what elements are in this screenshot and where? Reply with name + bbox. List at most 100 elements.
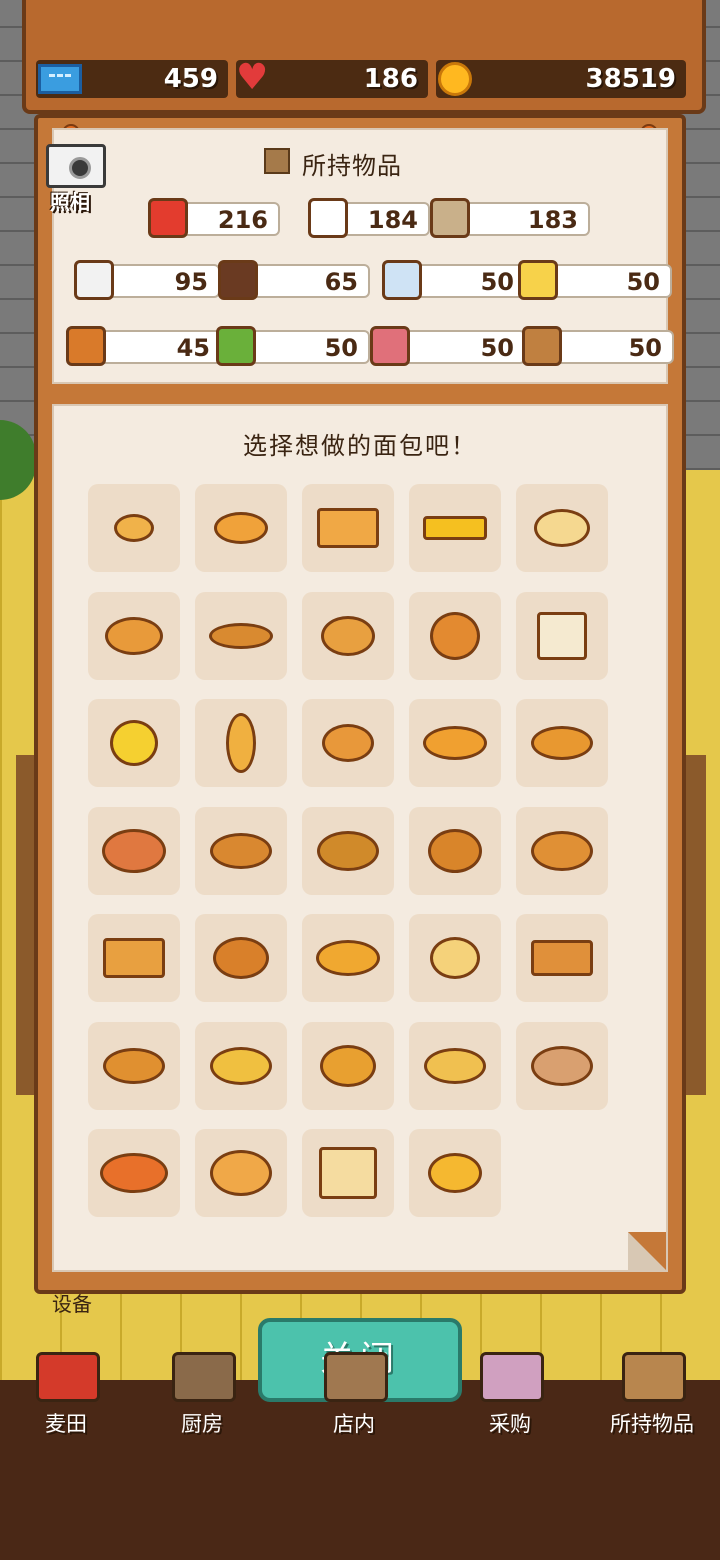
inventory-item-count: 50 xyxy=(628,334,662,362)
bread-slot[interactable] xyxy=(302,806,394,895)
page-fold xyxy=(628,1232,666,1270)
boule-icon xyxy=(531,726,593,760)
bread-slot[interactable] xyxy=(302,1021,394,1110)
bread-slot[interactable] xyxy=(195,699,287,787)
bread-slot[interactable] xyxy=(409,484,501,572)
bread-slot[interactable] xyxy=(516,914,608,1002)
nav-tab[interactable]: 麦田 xyxy=(6,1408,126,1438)
nav-tab[interactable]: 采购 xyxy=(450,1408,570,1438)
bread-slot[interactable] xyxy=(302,914,394,1002)
flour-bag-icon xyxy=(148,198,188,238)
camera-button[interactable]: 照相 xyxy=(42,140,110,216)
bread-slot[interactable] xyxy=(516,699,608,787)
inventory-item-count: 50 xyxy=(480,268,514,296)
fruit-basket-icon xyxy=(66,326,106,366)
melon-pan-icon xyxy=(321,615,375,656)
apple-pie-icon xyxy=(213,937,269,979)
nav-tab[interactable]: 所持物品 xyxy=(592,1408,712,1438)
inventory-item-count: 95 xyxy=(174,268,208,296)
heart-icon: ♥ xyxy=(236,57,269,98)
bread-slot[interactable] xyxy=(88,1129,180,1217)
bread-slot[interactable] xyxy=(195,914,287,1002)
bread-slot[interactable] xyxy=(409,699,501,787)
cream-pan-icon xyxy=(320,1044,376,1087)
pretzel-icon xyxy=(423,726,487,760)
inventory-title: 所持物品 xyxy=(302,152,402,180)
bunny-bread-icon xyxy=(430,611,480,660)
round-bun-icon xyxy=(214,512,268,544)
inventory-item-count: 50 xyxy=(480,334,514,362)
box-icon xyxy=(264,148,290,174)
vegetable-basket-icon xyxy=(216,326,256,366)
loaf-icon xyxy=(317,508,379,548)
bread-selection-title: 选择想做的面包吧！ xyxy=(243,432,477,460)
bread-slot[interactable] xyxy=(88,591,180,680)
egg-toast-icon xyxy=(423,516,487,540)
inventory-item: 50 xyxy=(538,264,672,298)
bread-slot[interactable] xyxy=(195,1021,287,1110)
bread-slot[interactable] xyxy=(195,1129,287,1217)
bread-slot[interactable] xyxy=(409,1129,501,1217)
nav-tab[interactable]: 厨房 xyxy=(142,1408,262,1438)
inventory-item-count: 184 xyxy=(367,206,418,234)
small-roll-icon xyxy=(114,514,154,542)
pineapple-bun-icon xyxy=(424,1047,486,1084)
bread-slot[interactable] xyxy=(516,484,608,572)
burger-icon xyxy=(430,937,480,979)
inventory-item-count: 50 xyxy=(626,268,660,296)
bottom-nav-background xyxy=(0,1380,720,1560)
herb-bread-icon xyxy=(317,830,379,871)
inventory-item: 45 xyxy=(86,330,222,364)
bread-slot[interactable] xyxy=(302,484,394,572)
cheese-bun-icon xyxy=(210,1046,272,1085)
inventory-item: 50 xyxy=(390,330,526,364)
coin-count: 38519 xyxy=(585,64,676,94)
bread-slot[interactable] xyxy=(88,1021,180,1110)
bread-slot[interactable] xyxy=(88,484,180,572)
bagel-icon xyxy=(105,616,163,655)
croissant-icon xyxy=(209,622,273,649)
coin-icon xyxy=(438,62,472,96)
chocolate-icon xyxy=(218,260,258,300)
pizza-bread-icon xyxy=(100,1153,168,1193)
bread-slot[interactable] xyxy=(516,1021,608,1110)
oval-loaf-icon xyxy=(103,1047,165,1084)
brioche-icon xyxy=(210,1150,272,1196)
bread-slot[interactable] xyxy=(302,1129,394,1217)
bread-slot[interactable] xyxy=(516,806,608,895)
bread-slot[interactable] xyxy=(516,591,608,680)
cake-slice-icon xyxy=(103,938,165,978)
chick-bun-icon xyxy=(428,1153,482,1193)
bread-slot[interactable] xyxy=(195,591,287,680)
jam-danish-icon xyxy=(102,828,166,873)
store-icon xyxy=(324,1352,388,1402)
bread-slot[interactable] xyxy=(302,699,394,787)
bread-slot[interactable] xyxy=(409,806,501,895)
bread-slot[interactable] xyxy=(409,1021,501,1110)
bread-slot[interactable] xyxy=(409,591,501,680)
bread-slot[interactable] xyxy=(302,591,394,680)
waffle-icon xyxy=(531,940,593,976)
bread-slot[interactable] xyxy=(88,806,180,895)
nav-tab[interactable]: 店内 xyxy=(294,1408,414,1438)
ham-icon xyxy=(370,326,410,366)
ticket-count: 459 xyxy=(163,64,218,94)
toast-slices-icon xyxy=(319,1147,377,1199)
eggs-icon xyxy=(430,198,470,238)
spices-icon xyxy=(522,326,562,366)
baguette-icon xyxy=(226,713,256,773)
bread-slot[interactable] xyxy=(195,484,287,572)
inventory-item-count: 65 xyxy=(324,268,358,296)
inventory-item-count: 50 xyxy=(324,334,358,362)
country-loaf-icon xyxy=(531,1045,593,1086)
bread-slot[interactable] xyxy=(88,914,180,1002)
camera-icon xyxy=(46,144,106,188)
bread-slot[interactable] xyxy=(195,806,287,895)
inventory-box-icon xyxy=(622,1352,686,1402)
camera-label: 照相 xyxy=(50,190,90,214)
coin-counter: 38519 xyxy=(436,60,686,98)
bread-slot[interactable] xyxy=(88,699,180,787)
bear-bread-icon xyxy=(428,828,482,873)
bread-slot[interactable] xyxy=(409,914,501,1002)
curry-bread-icon xyxy=(316,940,380,976)
